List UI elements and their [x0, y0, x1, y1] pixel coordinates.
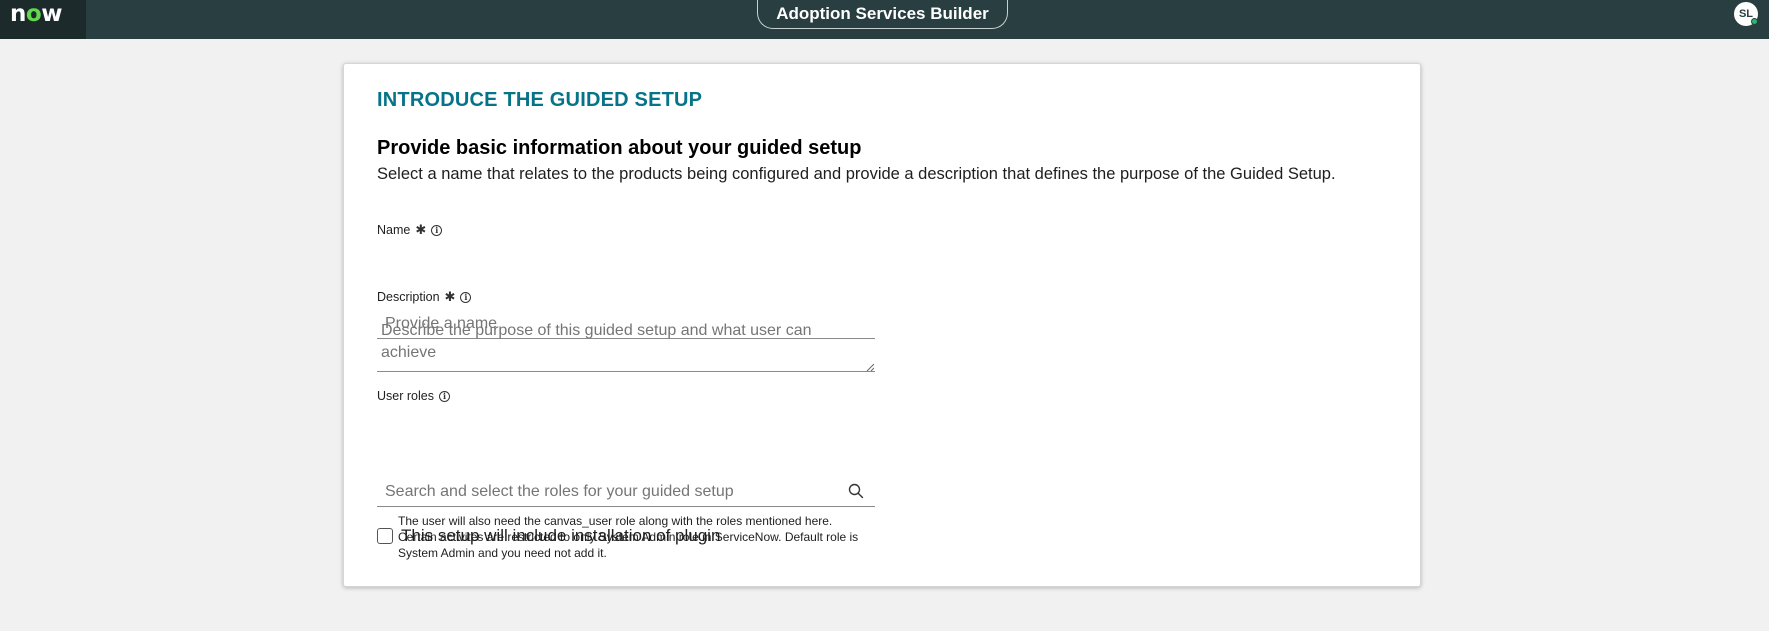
plugin-checkbox-label[interactable]: This setup will include installation of … — [401, 526, 720, 546]
user-roles-label-text: User roles — [377, 389, 434, 403]
name-field-label: Name ✱ i — [377, 222, 443, 238]
logo-letter-w: w — [41, 1, 62, 27]
required-asterisk-icon: ✱ — [444, 289, 456, 304]
logo-letter-o: o — [25, 1, 42, 27]
description-field-label: Description ✱ i — [377, 289, 472, 305]
servicenow-logo: now — [10, 1, 62, 27]
form-subheading: Select a name that relates to the produc… — [377, 165, 1336, 183]
presence-status-icon — [1751, 18, 1758, 25]
info-icon[interactable]: i — [431, 224, 443, 236]
info-icon[interactable]: i — [460, 291, 472, 303]
description-textarea[interactable] — [377, 312, 875, 372]
description-label-text: Description — [377, 290, 440, 304]
search-icon[interactable] — [848, 483, 864, 499]
section-title: INTRODUCE THE GUIDED SETUP — [377, 89, 703, 111]
user-roles-field-label: User roles i — [377, 389, 450, 403]
plugin-checkbox-row[interactable]: This setup will include installation of … — [377, 526, 720, 546]
app-title-pill[interactable]: Adoption Services Builder — [757, 0, 1008, 29]
user-roles-search-input[interactable] — [377, 477, 875, 507]
logo-letter-n: n — [10, 1, 26, 27]
name-label-text: Name — [377, 223, 411, 237]
app-title: Adoption Services Builder — [776, 4, 989, 23]
info-icon[interactable]: i — [438, 390, 450, 402]
guided-setup-card: INTRODUCE THE GUIDED SETUP Provide basic… — [343, 63, 1421, 587]
required-asterisk-icon: ✱ — [415, 222, 427, 237]
top-navigation-bar: now Adoption Services Builder SL — [0, 0, 1769, 39]
plugin-checkbox[interactable] — [377, 528, 393, 544]
resize-handle-icon[interactable] — [866, 363, 874, 371]
logo-container[interactable]: now — [0, 0, 86, 39]
form-heading: Provide basic information about your gui… — [377, 137, 862, 159]
